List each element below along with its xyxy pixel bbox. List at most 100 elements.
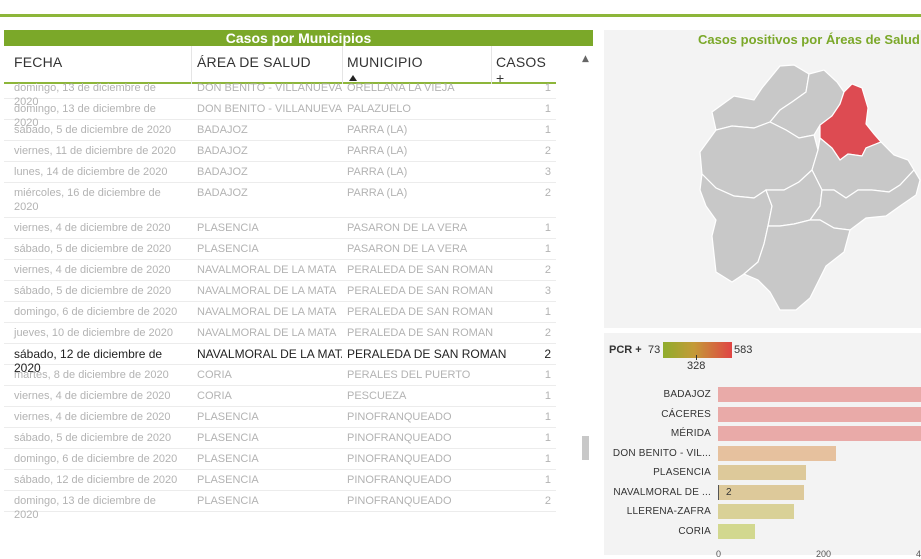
- table-body: domingo, 13 de diciembre de 2020 DON BENI…: [4, 78, 556, 521]
- cell-municipio: PARRA (LA): [347, 166, 408, 178]
- cell-casos: 1: [544, 103, 551, 115]
- cell-area: PLASENCIA: [197, 495, 259, 507]
- col-header-fecha[interactable]: FECHA: [14, 54, 62, 70]
- bar[interactable]: [718, 406, 921, 422]
- cell-municipio: PINOFRANQUEADO: [347, 495, 452, 507]
- cell-municipio: PINOFRANQUEADO: [347, 432, 452, 444]
- x-tick-label: 400: [916, 549, 921, 559]
- cell-casos: 3: [544, 166, 551, 178]
- bar-value: 2: [726, 486, 732, 498]
- cell-fecha: sábado, 12 de diciembre de 2020: [14, 474, 178, 486]
- cell-casos: 1: [544, 243, 551, 255]
- table-row[interactable]: martes, 8 de diciembre de 2020 CORIA PERAL…: [4, 365, 556, 386]
- bar[interactable]: [718, 426, 921, 441]
- cell-fecha: viernes, 4 de diciembre de 2020: [14, 390, 171, 402]
- cell-area: PLASENCIA: [197, 222, 259, 234]
- cell-casos: 2: [544, 495, 551, 507]
- table-row[interactable]: sábado, 12 de diciembre de 2020 PLASENCIA…: [4, 470, 556, 491]
- bar[interactable]: [718, 523, 755, 539]
- table-row[interactable]: viernes, 4 de diciembre de 2020 PLASENCIA…: [4, 218, 556, 239]
- areas-map[interactable]: [604, 30, 921, 328]
- cell-area: PLASENCIA: [197, 411, 259, 423]
- bar-label: LLERENA-ZAFRA: [626, 506, 711, 517]
- cell-casos: 2: [544, 187, 551, 199]
- legend-gradient: [663, 342, 732, 358]
- table-title: Casos por Municipios: [4, 30, 593, 46]
- legend-label: PCR +: [609, 344, 642, 356]
- cell-casos: 1: [544, 369, 551, 381]
- col-header-municipio[interactable]: MUNICIPIO: [347, 54, 423, 81]
- table-row[interactable]: sábado, 5 de diciembre de 2020 NAVALMORAL…: [4, 281, 556, 302]
- scroll-thumb[interactable]: [582, 436, 589, 460]
- cell-fecha: martes, 8 de diciembre de 2020: [14, 369, 169, 381]
- table-row[interactable]: domingo, 13 de diciembre de 2020 PLASENCI…: [4, 491, 556, 521]
- cell-municipio: PARRA (LA): [347, 187, 408, 199]
- table-row[interactable]: viernes, 4 de diciembre de 2020 NAVALMORA…: [4, 260, 556, 281]
- cell-area: NAVALMORAL DE LA MATA: [197, 306, 337, 318]
- cell-fecha: lunes, 14 de diciembre de 2020: [14, 166, 168, 178]
- table-row[interactable]: viernes, 11 de diciembre de 2020 BADAJOZ P…: [4, 141, 556, 162]
- table-row[interactable]: lunes, 14 de diciembre de 2020 BADAJOZ PAR…: [4, 162, 556, 183]
- cell-area: DON BENITO - VILLANUEVA: [197, 103, 342, 115]
- legend-min: 73: [648, 344, 661, 356]
- cell-casos: 1: [544, 453, 551, 465]
- table-row[interactable]: domingo, 13 de diciembre de 2020 DON BENI…: [4, 99, 556, 129]
- cell-municipio: PERALEDA DE SAN ROMAN: [347, 264, 494, 276]
- table-row[interactable]: domingo, 6 de diciembre de 2020 NAVALMORA…: [4, 302, 556, 323]
- cell-municipio: PINOFRANQUEADO: [347, 474, 452, 486]
- bar-label: CÁCERES: [661, 408, 711, 420]
- table-row[interactable]: domingo, 13 de diciembre de 2020 DON BENI…: [4, 78, 556, 108]
- cell-area: PLASENCIA: [197, 453, 259, 465]
- table-row[interactable]: sábado, 12 de diciembre de 2020 NAVALMORA…: [4, 344, 556, 375]
- cell-casos: 1: [544, 474, 551, 486]
- table-scrollbar[interactable]: ▲: [581, 46, 591, 555]
- bar-label: BADAJOZ: [663, 389, 711, 400]
- bar[interactable]: [718, 387, 921, 402]
- municipios-table: Casos por Municipios FECHA ÁREA DE SALUD…: [4, 30, 593, 555]
- cell-area: BADAJOZ: [197, 124, 248, 136]
- cell-municipio: PERALEDA DE SAN ROMAN: [347, 306, 494, 318]
- scroll-up-icon[interactable]: ▲: [582, 54, 589, 64]
- cell-fecha: sábado, 5 de diciembre de 2020: [14, 432, 172, 444]
- cell-fecha: sábado, 5 de diciembre de 2020: [14, 243, 172, 255]
- table-row[interactable]: jueves, 10 de diciembre de 2020 NAVALMORA…: [4, 323, 556, 344]
- cell-area: NAVALMORAL DE LA MATA: [197, 327, 337, 339]
- cell-area: NAVALMORAL DE LA MATA: [197, 285, 337, 297]
- cell-area: PLASENCIA: [197, 432, 259, 444]
- cell-casos: 1: [544, 306, 551, 318]
- cell-area: CORIA: [197, 369, 232, 381]
- x-tick-label: 200: [816, 549, 832, 559]
- bar[interactable]: [718, 445, 836, 461]
- cell-fecha: sábado, 5 de diciembre de 2020: [14, 285, 172, 297]
- cell-municipio: PASARON DE LA VERA: [347, 243, 468, 255]
- cell-casos: 1: [544, 124, 551, 136]
- table-row[interactable]: domingo, 6 de diciembre de 2020 PLASENCIA…: [4, 449, 556, 470]
- cell-casos: 2: [544, 347, 551, 361]
- bar-label: MÉRIDA: [670, 428, 711, 439]
- table-row[interactable]: sábado, 5 de diciembre de 2020 BADAJOZ PAR…: [4, 120, 556, 141]
- table-row[interactable]: sábado, 5 de diciembre de 2020 PLASENCIA P…: [4, 239, 556, 260]
- cell-area: PLASENCIA: [197, 474, 259, 486]
- x-tick-label: 0: [716, 549, 722, 559]
- cell-casos: 1: [544, 432, 551, 444]
- bar[interactable]: [718, 504, 794, 519]
- cell-area: NAVALMORAL DE LA MATA: [197, 347, 342, 361]
- cell-area: NAVALMORAL DE LA MATA: [197, 264, 337, 276]
- map-title: Casos positivos por Áreas de Salud: [698, 32, 920, 47]
- cell-casos: 1: [544, 390, 551, 402]
- table-row[interactable]: viernes, 4 de diciembre de 2020 PLASENCIA…: [4, 407, 556, 428]
- cell-municipio: PERALEDA DE SAN ROMAN: [347, 327, 494, 339]
- legend-max: 583: [734, 344, 753, 356]
- table-row[interactable]: sábado, 5 de diciembre de 2020 PLASENCIA P…: [4, 428, 556, 449]
- bar-label: DON BENITO - VIL...: [612, 447, 711, 459]
- areas-map-panel: Casos positivos por Áreas de Salud: [604, 30, 921, 328]
- cell-fecha: viernes, 4 de diciembre de 2020: [14, 264, 171, 276]
- cell-casos: 2: [544, 327, 551, 339]
- bar[interactable]: [718, 465, 806, 480]
- cell-municipio: PINOFRANQUEADO: [347, 411, 452, 423]
- cell-area: BADAJOZ: [197, 166, 248, 178]
- table-row[interactable]: miércoles, 16 de diciembre de 2020 BADAJO…: [4, 183, 556, 218]
- cell-municipio: PINOFRANQUEADO: [347, 453, 452, 465]
- col-header-area[interactable]: ÁREA DE SALUD: [197, 54, 311, 70]
- table-row[interactable]: viernes, 4 de diciembre de 2020 CORIA PESC…: [4, 386, 556, 407]
